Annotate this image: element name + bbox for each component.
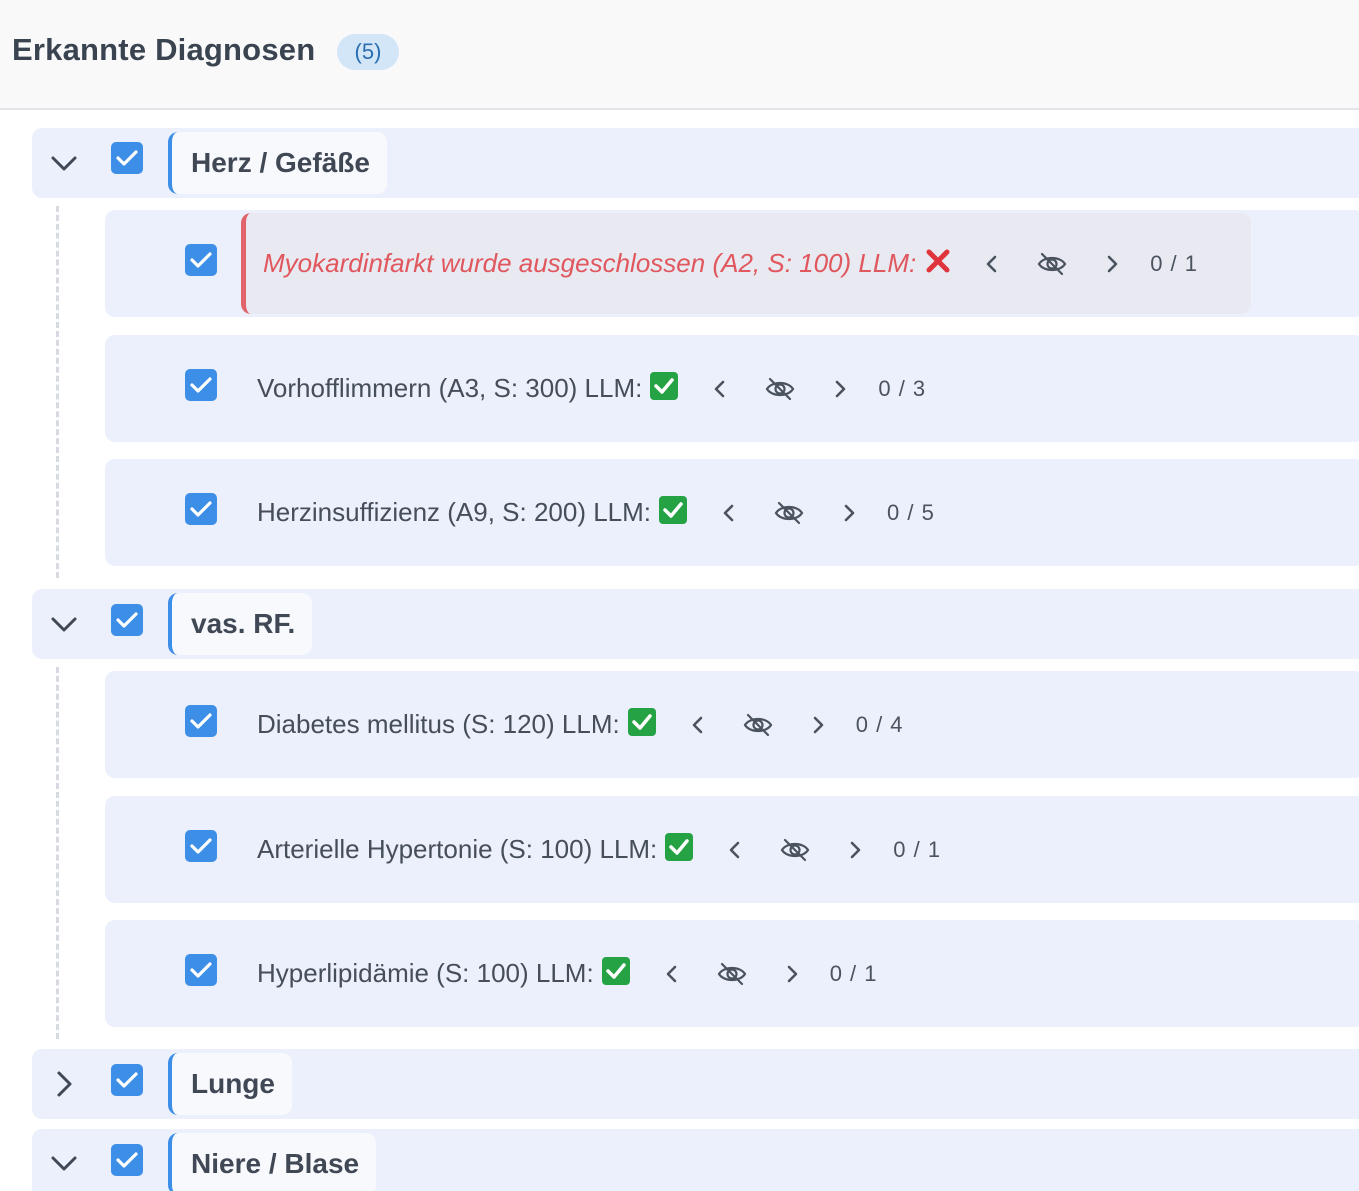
group-label: vas. RF. bbox=[168, 593, 313, 655]
llm-ok-icon bbox=[665, 832, 694, 861]
panel-header: Erkannte Diagnosen (5) bbox=[0, 0, 1359, 110]
diagnosis-content: Diabetes mellitus (S: 120) LLM: 0 / 4 bbox=[257, 671, 904, 778]
chevron-left-icon[interactable] bbox=[660, 962, 684, 986]
group-checkbox[interactable] bbox=[111, 1064, 143, 1096]
diagnosis-content: Hyperlipidämie (S: 100) LLM: 0 / 1 bbox=[257, 920, 878, 1027]
llm-fail-icon bbox=[924, 247, 952, 275]
diagnosis-text: Hyperlipidämie (S: 100) LLM: bbox=[257, 958, 594, 988]
chevron-left-icon[interactable] bbox=[980, 252, 1004, 276]
diagnosis-row[interactable]: Herzinsuffizienz (A9, S: 200) LLM: 0 / 5 bbox=[105, 459, 1359, 566]
diagnosis-nav: 0 / 1 bbox=[660, 959, 878, 989]
eye-off-icon[interactable] bbox=[1034, 249, 1070, 279]
chevron-right-icon[interactable] bbox=[780, 962, 804, 986]
chevron-right-icon[interactable] bbox=[828, 377, 852, 401]
pager-count: 0 / 1 bbox=[893, 836, 942, 862]
diagnosis-content: Herzinsuffizienz (A9, S: 200) LLM: 0 / 5 bbox=[257, 459, 935, 566]
chevron-right-icon[interactable] bbox=[843, 838, 867, 862]
diagnosis-content: Arterielle Hypertonie (S: 100) LLM: 0 / … bbox=[257, 796, 941, 903]
diagnosis-text: Myokardinfarkt wurde ausgeschlossen (A2,… bbox=[263, 248, 917, 278]
count-badge: (5) bbox=[337, 34, 399, 70]
chevron-down-icon[interactable] bbox=[48, 608, 80, 640]
tree-connector bbox=[56, 206, 59, 578]
diagnosis-checkbox[interactable] bbox=[185, 705, 217, 737]
diagnosis-text: Diabetes mellitus (S: 120) LLM: bbox=[257, 709, 620, 739]
diagnosis-checkbox[interactable] bbox=[185, 954, 217, 986]
diagnosis-nav: 0 / 1 bbox=[980, 249, 1198, 279]
diagnosis-checkbox[interactable] bbox=[185, 493, 217, 525]
eye-off-icon[interactable] bbox=[714, 959, 750, 989]
eye-off-icon[interactable] bbox=[762, 374, 798, 404]
group-row-herz[interactable]: Herz / Gefäße bbox=[32, 128, 1359, 198]
diagnosis-nav: 0 / 3 bbox=[708, 374, 926, 404]
group-label: Lunge bbox=[168, 1053, 292, 1115]
eye-off-icon[interactable] bbox=[777, 835, 813, 865]
diagnosis-row[interactable]: Hyperlipidämie (S: 100) LLM: 0 / 1 bbox=[105, 920, 1359, 1027]
diagnosis-text: Arterielle Hypertonie (S: 100) LLM: bbox=[257, 834, 658, 864]
llm-ok-icon bbox=[601, 956, 630, 985]
llm-ok-icon bbox=[659, 495, 688, 524]
chevron-right-icon[interactable] bbox=[48, 1068, 80, 1100]
chevron-down-icon[interactable] bbox=[48, 1147, 80, 1179]
chevron-left-icon[interactable] bbox=[686, 713, 710, 737]
llm-ok-icon bbox=[650, 371, 679, 400]
group-checkbox[interactable] bbox=[111, 604, 143, 636]
diagnosis-nav: 0 / 5 bbox=[717, 498, 935, 528]
llm-ok-icon bbox=[627, 707, 656, 736]
pager-count: 0 / 1 bbox=[1150, 250, 1199, 276]
pager-count: 0 / 3 bbox=[878, 375, 927, 401]
chevron-right-icon[interactable] bbox=[806, 713, 830, 737]
group-row-vas-rf[interactable]: vas. RF. bbox=[32, 589, 1359, 659]
diagnosis-row[interactable]: Myokardinfarkt wurde ausgeschlossen (A2,… bbox=[105, 210, 1359, 317]
group-row-lunge[interactable]: Lunge bbox=[32, 1049, 1359, 1119]
chevron-right-icon[interactable] bbox=[837, 501, 861, 525]
group-checkbox[interactable] bbox=[111, 142, 143, 174]
pager-count: 0 / 4 bbox=[855, 711, 904, 737]
tree-connector bbox=[56, 667, 59, 1039]
group-label: Niere / Blase bbox=[168, 1133, 377, 1191]
pager-count: 0 / 5 bbox=[887, 499, 935, 525]
group-checkbox[interactable] bbox=[111, 1144, 143, 1176]
chevron-left-icon[interactable] bbox=[717, 501, 741, 525]
diagnosis-text: Vorhofflimmern (A3, S: 300) LLM: bbox=[257, 373, 643, 403]
chevron-right-icon[interactable] bbox=[1100, 252, 1124, 276]
diagnosis-checkbox[interactable] bbox=[185, 369, 217, 401]
eye-off-icon[interactable] bbox=[740, 710, 776, 740]
pager-count: 0 / 1 bbox=[829, 960, 878, 986]
diagnosis-nav: 0 / 4 bbox=[686, 710, 904, 740]
chevron-down-icon[interactable] bbox=[48, 147, 80, 179]
diagnosis-row[interactable]: Diabetes mellitus (S: 120) LLM: 0 / 4 bbox=[105, 671, 1359, 778]
chevron-left-icon[interactable] bbox=[723, 838, 747, 862]
diagnosis-checkbox[interactable] bbox=[185, 830, 217, 862]
diagnosis-content: Vorhofflimmern (A3, S: 300) LLM: 0 / 3 bbox=[257, 335, 926, 442]
diagnosis-content: Myokardinfarkt wurde ausgeschlossen (A2,… bbox=[263, 210, 1198, 317]
group-label: Herz / Gefäße bbox=[168, 132, 387, 194]
diagnosis-text: Herzinsuffizienz (A9, S: 200) LLM: bbox=[257, 497, 652, 527]
diagnosis-row[interactable]: Vorhofflimmern (A3, S: 300) LLM: 0 / 3 bbox=[105, 335, 1359, 442]
eye-off-icon[interactable] bbox=[771, 498, 807, 528]
group-row-niere[interactable]: Niere / Blase bbox=[32, 1129, 1359, 1191]
diagnosis-checkbox[interactable] bbox=[185, 244, 217, 276]
page-title: Erkannte Diagnosen bbox=[12, 32, 316, 67]
diagnosis-nav: 0 / 1 bbox=[723, 835, 941, 865]
diagnosis-row[interactable]: Arterielle Hypertonie (S: 100) LLM: 0 / … bbox=[105, 796, 1359, 903]
chevron-left-icon[interactable] bbox=[708, 377, 732, 401]
